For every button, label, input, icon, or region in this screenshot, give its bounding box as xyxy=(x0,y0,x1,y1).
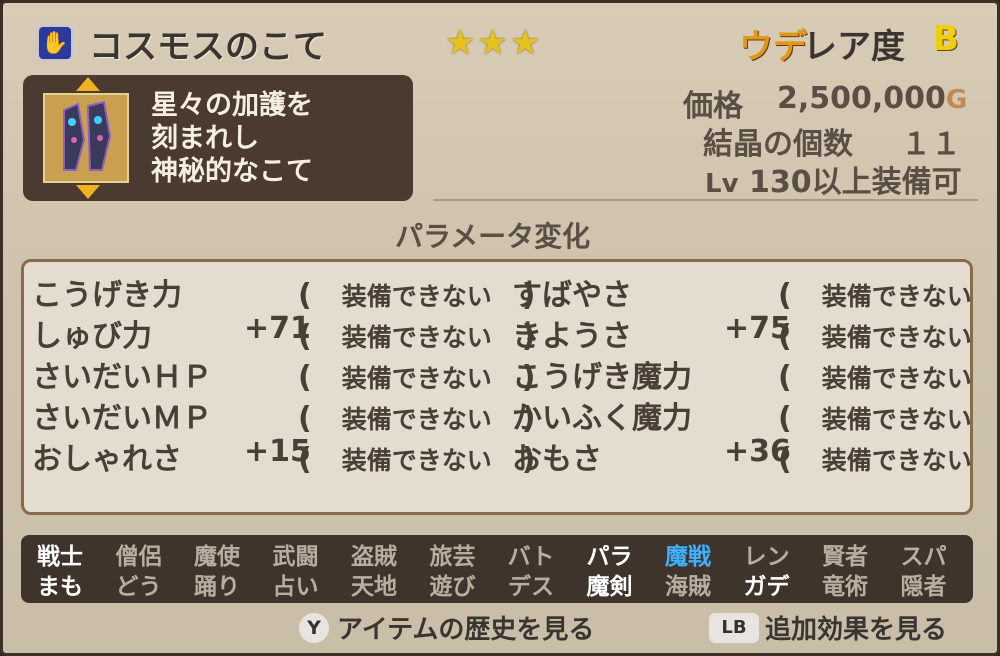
job-label: 占い xyxy=(272,574,319,600)
job-label: 海賊 xyxy=(665,574,711,600)
param-value: +71 xyxy=(244,311,311,346)
param-row: こうげき力 ( 装備できない ) xyxy=(32,270,535,313)
equip-status: ( 装備できない ) xyxy=(298,442,536,477)
param-name: こうげき力 xyxy=(32,278,182,313)
job-label: 天地 xyxy=(351,574,397,600)
equip-status: ( 装備できない ) xyxy=(778,360,972,395)
required-level: Lv 130以上装備可 xyxy=(705,165,962,200)
parameter-title: パラメータ変化 xyxy=(395,220,591,253)
y-button-icon[interactable]: Y xyxy=(299,613,329,643)
job-label: 盗賊 xyxy=(351,544,397,570)
equip-status: ( 装備できない ) xyxy=(778,401,972,436)
job-label: 魔剣 xyxy=(586,574,633,600)
param-name: しゅび力 xyxy=(32,319,152,354)
job-label: 踊り xyxy=(194,574,240,600)
job-label: まも xyxy=(37,574,83,600)
job-label: レン xyxy=(743,544,790,570)
job-label: 武闘 xyxy=(272,544,319,570)
equip-status: ( 装備できない ) xyxy=(778,278,972,313)
job-label: 魔使 xyxy=(194,544,240,570)
param-name: おしゃれさ xyxy=(32,442,182,477)
param-name: かいふく魔力 xyxy=(512,401,692,436)
param-value: +75 xyxy=(724,311,791,346)
job-label: 魔戦 xyxy=(665,544,711,570)
job-equip-panel: 戦士 僧侶 魔使 武闘 盗賊 旅芸 バト パラ 魔戦 レン 賢者 スパまも どう 踊り 占い 天地 遊び デス 魔剣… xyxy=(21,535,973,603)
param-name: すばやさ xyxy=(512,278,632,313)
description-line: 刻まれし xyxy=(151,123,259,154)
param-row: さいだいＨＰ ( 装備できない ) xyxy=(32,352,535,395)
job-label: ガデ xyxy=(743,574,790,600)
rarity-label: レア度 xyxy=(803,27,905,67)
item-description: 星々の加護を 刻まれし 神秘的なこて xyxy=(151,89,313,188)
equip-status: ( 装備できない ) xyxy=(778,442,972,477)
param-row: かいふく魔力 ( 装備できない ) xyxy=(512,393,972,436)
job-label: 竜術 xyxy=(822,574,868,600)
job-label: 遊び xyxy=(429,574,476,600)
param-name: さいだいＨＰ xyxy=(32,360,212,395)
param-row: すばやさ ( 装備できない ) xyxy=(512,270,972,313)
rarity-grade: B xyxy=(933,19,959,59)
param-row: きようさ +75 ( 装備できない ) xyxy=(512,311,972,354)
equip-status: ( 装備できない ) xyxy=(298,401,536,436)
equip-status: ( 装備できない ) xyxy=(298,360,536,395)
param-name: さいだいＭＰ xyxy=(32,401,212,436)
job-label: バト xyxy=(507,544,555,570)
item-name: コスモスのこて xyxy=(89,27,327,67)
divider xyxy=(433,199,978,201)
param-row: しゅび力 +71 ( 装備できない ) xyxy=(32,311,535,354)
parameter-panel: こうげき力 ( 装備できない ) しゅび力 +71 ( 装備できない ) さいだ… xyxy=(21,259,973,515)
param-value: +15 xyxy=(244,434,311,469)
equip-status: ( 装備できない ) xyxy=(298,319,536,354)
param-row: さいだいＭＰ ( 装備できない ) xyxy=(32,393,535,436)
job-label: 戦士 xyxy=(37,544,83,570)
job-label: スパ xyxy=(900,544,947,570)
job-label: 賢者 xyxy=(822,544,868,570)
price-value: 2,500,000G xyxy=(777,81,968,116)
description-line: 星々の加護を xyxy=(151,90,313,121)
scroll-down-arrow-icon[interactable] xyxy=(76,185,100,199)
gauntlet-icon xyxy=(63,100,112,171)
item-detail-window: ✋ コスモスのこて ★★★ ウデ レア度 B 星々の加護を 刻まれし 神秘的なこ… xyxy=(0,0,1000,656)
item-image xyxy=(43,93,129,183)
param-row: おもさ +36 ( 装備できない ) xyxy=(512,434,972,477)
param-row: おしゃれさ +15 ( 装備できない ) xyxy=(32,434,535,477)
param-name: こうげき魔力 xyxy=(512,360,692,395)
job-label: パラ xyxy=(586,544,633,570)
extra-effects-button[interactable]: 追加効果を見る xyxy=(765,609,947,646)
item-history-button[interactable]: アイテムの歴史を見る xyxy=(337,609,594,646)
job-label: 隠者 xyxy=(900,574,947,600)
param-name: きようさ xyxy=(512,319,632,354)
lb-button-icon[interactable]: LB xyxy=(709,613,759,643)
quality-stars: ★★★ xyxy=(445,23,543,63)
equip-status: ( 装備できない ) xyxy=(778,319,972,354)
description-line: 神秘的なこて xyxy=(151,156,313,187)
job-label: 僧侶 xyxy=(115,544,162,570)
job-label: デス xyxy=(508,574,554,600)
param-name: おもさ xyxy=(512,442,602,477)
gauntlet-category-icon: ✋ xyxy=(37,25,73,61)
slot-label: ウデ xyxy=(739,27,807,67)
param-row: こうげき魔力 ( 装備できない ) xyxy=(512,352,972,395)
description-panel: 星々の加護を 刻まれし 神秘的なこて xyxy=(23,75,413,201)
scroll-up-arrow-icon[interactable] xyxy=(76,77,100,91)
equip-status: ( 装備できない ) xyxy=(298,278,536,313)
job-label: 旅芸 xyxy=(429,544,476,570)
job-label: どう xyxy=(115,574,162,600)
param-value: +36 xyxy=(724,434,791,469)
